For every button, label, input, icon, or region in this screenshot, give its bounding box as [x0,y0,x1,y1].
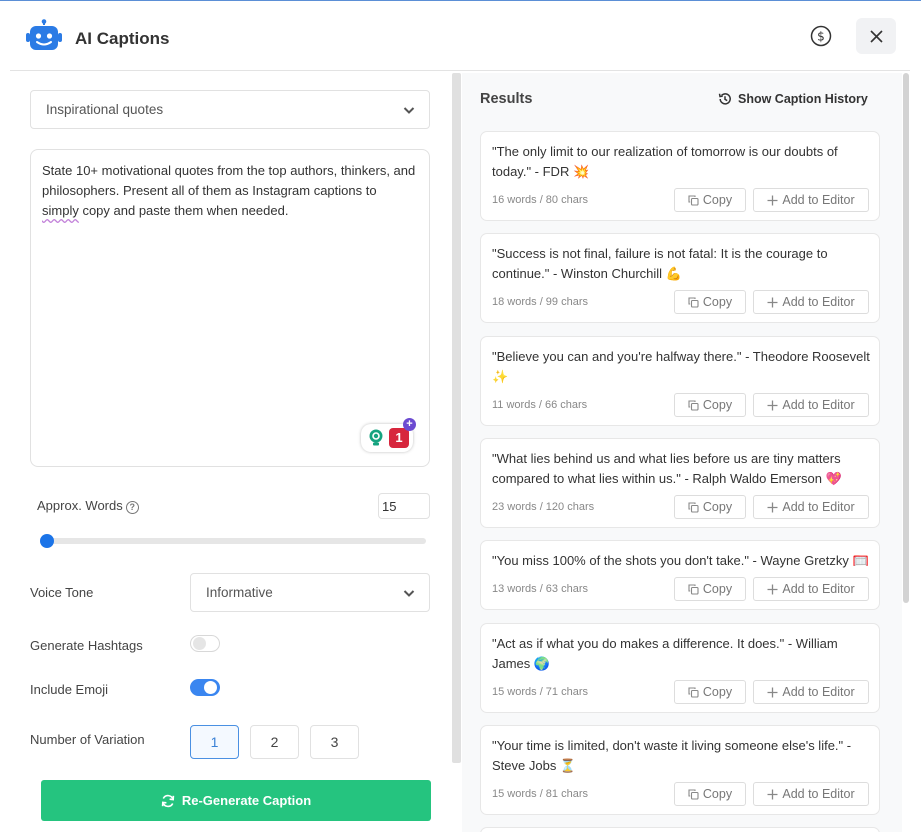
caption-meta: 18 words / 99 chars [492,296,588,308]
add-to-editor-button[interactable]: Add to Editor [753,782,869,806]
misspelled-word[interactable]: simply [42,203,79,218]
caption-text: "The only limit to our realization of to… [492,144,838,179]
voice-tone-label: Voice Tone [30,585,94,600]
plus-icon [767,789,778,799]
copy-button[interactable]: Copy [674,290,746,314]
history-icon [718,93,731,105]
caption-card: "Success is not final, failure is not fa… [480,233,880,323]
copy-button[interactable]: Copy [674,782,746,806]
voice-tone-value: Informative [206,585,273,600]
caption-meta: 15 words / 71 chars [492,686,588,698]
copy-button[interactable]: Copy [674,577,746,601]
plus-icon [767,502,778,512]
dollar-icon[interactable]: $ [810,25,832,47]
plus-icon [767,297,778,307]
robot-logo-icon [26,19,62,50]
caption-meta: 16 words / 80 chars [492,194,588,206]
words-slider-thumb[interactable] [40,534,54,548]
prompt-text: State 10+ motivational quotes from the t… [42,163,416,218]
add-to-editor-button[interactable]: Add to Editor [753,393,869,417]
caption-card: "Your time is limited, don't waste it li… [480,725,880,815]
close-button[interactable] [856,18,896,54]
caption-meta: 13 words / 63 chars [492,583,588,595]
caption-text: "You miss 100% of the shots you don't ta… [492,553,869,568]
copy-icon [688,296,699,308]
add-to-editor-button[interactable]: Add to Editor [753,680,869,704]
caption-card: "What lies behind us and what lies befor… [480,438,880,528]
topic-select-value: Inspirational quotes [46,102,164,117]
left-panel-scrollbar[interactable] [452,73,461,763]
grammar-checker-widget[interactable]: 1 + [361,418,416,452]
variation-option-2[interactable]: 2 [250,725,299,759]
add-to-editor-button[interactable]: Add to Editor [753,577,869,601]
caption-text: "Believe you can and you're halfway ther… [492,349,870,384]
chevron-down-icon [403,107,415,114]
caption-card: "Act as if what you do makes a differenc… [480,623,880,713]
copy-button[interactable]: Copy [674,495,746,519]
plus-icon [767,400,778,410]
show-history-button[interactable]: Show Caption History [718,92,868,106]
regenerate-label: Re-Generate Caption [181,793,312,808]
caption-card: "The only limit to our realization of to… [480,131,880,221]
emoji-label: Include Emoji [30,682,109,697]
copy-icon [688,399,699,411]
add-to-editor-button[interactable]: Add to Editor [753,495,869,519]
plus-icon [767,195,778,205]
copy-button[interactable]: Copy [674,188,746,212]
hashtags-label: Generate Hashtags [30,638,143,653]
close-icon [869,29,883,43]
approx-words-label: Approx. Words? [37,498,139,514]
caption-card-partial [480,827,880,832]
copy-button[interactable]: Copy [674,393,746,417]
plus-icon [767,584,778,594]
caption-meta: 15 words / 81 chars [492,788,588,800]
help-icon[interactable]: ? [125,501,139,514]
caption-text: "What lies behind us and what lies befor… [492,451,842,486]
add-to-editor-button[interactable]: Add to Editor [753,188,869,212]
header: AI Captions $ [0,1,921,71]
copy-icon [688,194,699,206]
toggle-knob [193,637,206,650]
lightbulb-icon [369,429,383,446]
add-circle-icon: + [403,418,416,431]
plus-icon [767,687,778,697]
variation-option-3[interactable]: 3 [310,725,359,759]
caption-meta: 11 words / 66 chars [492,399,588,411]
add-to-editor-button[interactable]: Add to Editor [753,290,869,314]
emoji-toggle[interactable] [190,679,220,696]
variations-label: Number of Variation [30,732,145,747]
copy-icon [688,686,699,698]
grammar-badge: 1 [389,428,409,448]
results-scrollbar[interactable] [903,73,909,603]
caption-text: "Your time is limited, don't waste it li… [492,738,852,773]
topic-select[interactable]: Inspirational quotes [30,90,430,129]
voice-tone-select[interactable]: Informative [190,573,430,612]
toggle-knob [204,681,217,694]
app-title: AI Captions [75,29,170,48]
words-slider-track[interactable] [40,538,426,544]
caption-card: "Believe you can and you're halfway ther… [480,336,880,426]
caption-meta: 23 words / 120 chars [492,501,595,513]
caption-text: "Success is not final, failure is not fa… [492,246,828,281]
copy-icon [688,583,699,595]
variation-option-1[interactable]: 1 [190,725,239,759]
regenerate-caption-button[interactable]: Re-Generate Caption [41,780,431,821]
chevron-down-icon [403,590,415,597]
svg-text:$: $ [817,30,825,44]
results-title: Results [480,91,533,107]
copy-icon [688,501,699,513]
approx-words-input[interactable]: 15 [378,493,430,519]
prompt-textarea[interactable]: State 10+ motivational quotes from the t… [30,149,430,467]
caption-text: "Act as if what you do makes a differenc… [492,636,838,671]
refresh-icon [161,794,175,807]
caption-card: "You miss 100% of the shots you don't ta… [480,540,880,610]
copy-button[interactable]: Copy [674,680,746,704]
copy-icon [688,788,699,800]
header-divider [10,70,910,71]
hashtags-toggle[interactable] [190,635,220,652]
